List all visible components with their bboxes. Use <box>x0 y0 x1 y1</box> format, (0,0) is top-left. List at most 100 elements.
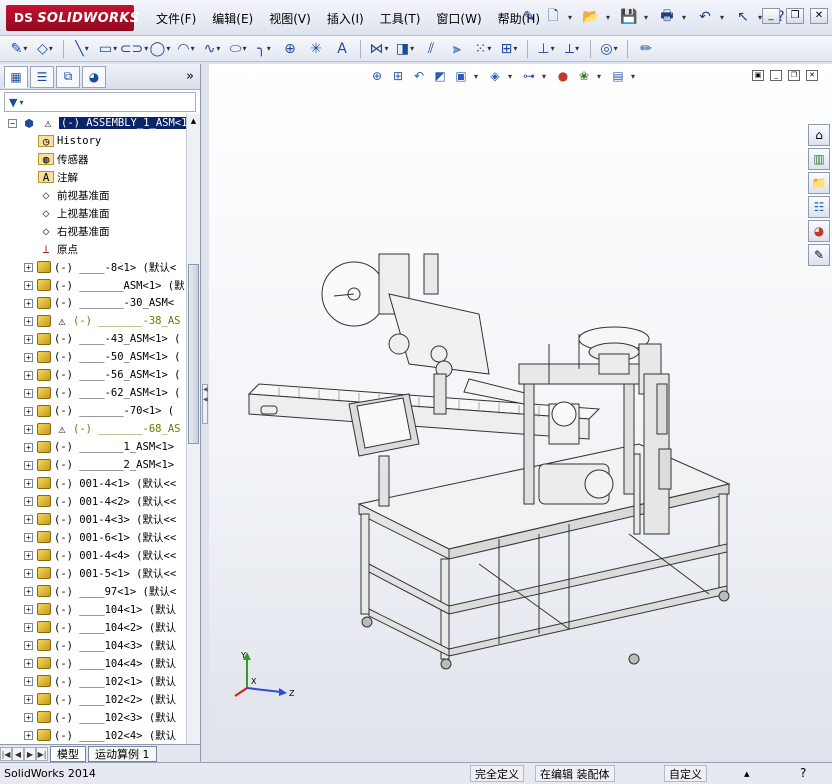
expand-icon[interactable]: + <box>24 514 33 524</box>
appearance-manager-tab[interactable]: ◕ <box>82 65 106 88</box>
tree-component-row[interactable]: + (-) _______-70<1> ( <box>0 402 186 420</box>
solidworks-resources-icon[interactable]: ⌂ <box>808 124 830 146</box>
tree-component-row[interactable]: + (-) ____104<4> (默认 <box>0 654 186 672</box>
expand-icon[interactable]: + <box>24 262 33 272</box>
tree-component-row[interactable]: + (-) _______1_ASM<1> <box>0 438 186 456</box>
menu-item[interactable]: 编辑(E) <box>204 10 261 28</box>
tab-motion-study[interactable]: 运动算例 1 <box>88 745 157 762</box>
expand-icon[interactable]: + <box>24 478 33 488</box>
section-view-icon[interactable]: ◩ <box>432 68 448 84</box>
save-dropdown-arrow[interactable]: ▾ <box>644 13 652 22</box>
sketch-icon[interactable]: ✎ <box>8 39 30 59</box>
fillet-icon[interactable]: ╮ <box>253 39 275 59</box>
configuration-manager-tab[interactable]: ⧉ <box>56 65 80 88</box>
tree-component-row[interactable]: + (-) _______ASM<1> (默 <box>0 276 186 294</box>
tree-component-row[interactable]: + (-) ____-62_ASM<1> ( <box>0 384 186 402</box>
expand-icon[interactable]: + <box>24 424 33 434</box>
expand-icon[interactable]: + <box>24 406 33 416</box>
tree-item[interactable]: ◷ History <box>0 132 186 150</box>
assembly-model-view[interactable] <box>239 234 739 674</box>
polygon-icon[interactable]: ⊕ <box>279 39 301 59</box>
expand-icon[interactable]: + <box>24 316 33 326</box>
scrollbar-thumb[interactable] <box>188 264 199 444</box>
tree-component-row[interactable]: + (-) _______-30_ASM< <box>0 294 186 312</box>
linear-pattern-icon[interactable]: ⁙ <box>472 39 494 59</box>
spline-icon[interactable]: ∿ <box>201 39 223 59</box>
print-dropdown-arrow[interactable]: ▾ <box>682 13 690 22</box>
previous-view-icon[interactable]: ↶ <box>411 68 427 84</box>
tree-item[interactable]: ◇ 上视基准面 <box>0 204 186 222</box>
print-icon[interactable]: 🖶 <box>658 8 676 26</box>
expand-icon[interactable]: + <box>24 352 33 362</box>
minimize-button[interactable]: _ <box>762 8 780 24</box>
doc-minimize-button[interactable]: _ <box>770 70 782 81</box>
doc-restore-button[interactable]: ❐ <box>788 70 800 81</box>
tree-item[interactable]: A 注解 <box>0 168 186 186</box>
tree-component-row[interactable]: + (-) ____102<2> (默认 <box>0 690 186 708</box>
tree-root[interactable]: − ⬢ ⚠ (-) ASSEMBLY_1_ASM<1 <box>0 114 186 132</box>
menu-item[interactable]: 插入(I) <box>319 10 372 28</box>
open-folder-icon[interactable]: 📂 <box>582 8 600 26</box>
expand-icon[interactable]: + <box>24 496 33 506</box>
trim-icon[interactable]: ⋈ <box>368 39 390 59</box>
file-explorer-icon[interactable]: 📁 <box>808 172 830 194</box>
quick-snaps-icon[interactable]: ◎ <box>598 39 620 59</box>
expand-icon[interactable]: + <box>24 568 33 578</box>
expand-icon[interactable]: + <box>24 658 33 668</box>
feature-manager-tab[interactable]: ▦ <box>4 65 28 88</box>
repair-sketch-icon[interactable]: ⟂ <box>561 39 583 59</box>
select-icon[interactable]: ↖ <box>734 8 752 26</box>
prev-tab-icon[interactable]: ◀ <box>12 746 24 761</box>
new-dropdown-arrow[interactable]: ▾ <box>568 13 576 22</box>
first-tab-icon[interactable]: |◀ <box>0 746 12 761</box>
scroll-up-icon[interactable]: ▲ <box>188 114 199 128</box>
tree-component-row[interactable]: + (-) ____102<1> (默认 <box>0 672 186 690</box>
expand-icon[interactable]: + <box>24 586 33 596</box>
save-icon[interactable]: 💾 <box>620 8 638 26</box>
tree-component-row[interactable]: + (-) ____-56_ASM<1> ( <box>0 366 186 384</box>
panel-splitter[interactable]: ◀ ◀ <box>201 64 209 762</box>
menu-item[interactable]: 文件(F) <box>148 10 204 28</box>
tree-component-row[interactable]: + (-) 001-6<1> (默认<< <box>0 528 186 546</box>
tree-component-row[interactable]: + (-) ____-50_ASM<1> ( <box>0 348 186 366</box>
tree-component-row[interactable]: + (-) ____102<3> (默认 <box>0 708 186 726</box>
zoom-to-area-icon[interactable]: ⊞ <box>390 68 406 84</box>
expand-icon[interactable]: + <box>24 712 33 722</box>
expand-icon[interactable]: + <box>24 694 33 704</box>
arc-icon[interactable]: ◠ <box>175 39 197 59</box>
tab-model[interactable]: 模型 <box>50 745 86 762</box>
tree-component-row[interactable]: + (-) 001-5<1> (默认<< <box>0 564 186 582</box>
circle-icon[interactable]: ◯ <box>149 39 171 59</box>
tree-component-row[interactable]: + (-) 001-4<4> (默认<< <box>0 546 186 564</box>
collapse-icon[interactable]: − <box>8 118 17 128</box>
tree-filter-button[interactable]: ▼ ▾ <box>4 92 196 112</box>
tree-component-row[interactable]: + (-) ____-8<1> (默认< <box>0 258 186 276</box>
orientation-dropdown-arrow[interactable]: ▾ <box>474 72 482 81</box>
more-tabs-icon[interactable]: » <box>186 69 194 84</box>
smart-dimension-icon[interactable]: ◇ <box>34 39 56 59</box>
tree-item[interactable]: ⊥ 原点 <box>0 240 186 258</box>
undo-icon[interactable]: ↶ <box>696 8 714 26</box>
tree-item[interactable]: ◇ 右视基准面 <box>0 222 186 240</box>
expand-icon[interactable]: + <box>24 604 33 614</box>
menu-item[interactable]: 视图(V) <box>261 10 319 28</box>
view-settings-icon[interactable]: ▤ <box>610 68 626 84</box>
expand-icon[interactable]: + <box>24 730 33 740</box>
status-units[interactable]: 自定义 <box>664 765 707 782</box>
display-relations-icon[interactable]: ⊥ <box>535 39 557 59</box>
hide-show-dropdown-arrow[interactable]: ▾ <box>542 72 550 81</box>
split-view-icon[interactable]: ▣ <box>752 70 764 81</box>
scene-dropdown-arrow[interactable]: ▾ <box>597 72 605 81</box>
text-icon[interactable]: A <box>331 39 353 59</box>
expand-icon[interactable]: + <box>24 550 33 560</box>
edit-appearance-icon[interactable]: ● <box>555 68 571 84</box>
status-units-icon[interactable]: ▴ <box>744 765 750 782</box>
rectangle-icon[interactable]: ▭ <box>97 39 119 59</box>
property-manager-tab[interactable]: ☰ <box>30 65 54 88</box>
view-orientation-icon[interactable]: ▣ <box>453 68 469 84</box>
design-library-icon[interactable]: ▥ <box>808 148 830 170</box>
tree-component-row[interactable]: + (-) ____-43_ASM<1> ( <box>0 330 186 348</box>
tree-component-row[interactable]: + (-) ____104<3> (默认 <box>0 636 186 654</box>
new-document-icon[interactable]: 🗋 <box>544 8 562 26</box>
instant-2d-icon[interactable]: ✏ <box>635 39 657 59</box>
